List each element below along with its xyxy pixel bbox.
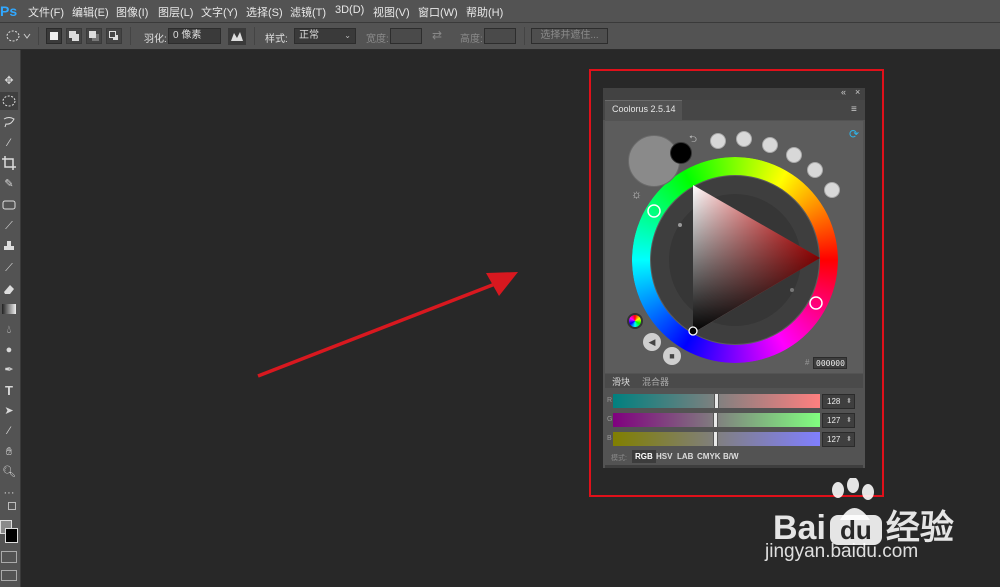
feather-input[interactable]: 0 像素 xyxy=(168,28,221,44)
intersect-selection-icon[interactable] xyxy=(106,28,122,44)
divider xyxy=(130,27,131,45)
select-and-mask-button[interactable]: 选择并遮住... xyxy=(531,28,608,44)
path-selection-tool-icon[interactable]: ➤ xyxy=(0,402,18,420)
hand-tool-icon[interactable]: ✋︎ xyxy=(0,443,18,461)
type-tool-icon[interactable]: T xyxy=(0,382,18,400)
quick-mask-icon[interactable] xyxy=(1,551,17,563)
pen-tool-icon[interactable]: ✒︎ xyxy=(0,361,18,379)
divider xyxy=(524,27,525,45)
menu-select[interactable]: 选择(S) xyxy=(246,4,283,20)
divider xyxy=(38,27,39,45)
width-input[interactable] xyxy=(390,28,422,44)
height-input[interactable] xyxy=(484,28,516,44)
style-select[interactable]: 正常 ⌄ xyxy=(294,28,356,44)
add-to-selection-icon[interactable] xyxy=(66,28,82,44)
zoom-tool-icon[interactable]: 🔍︎ xyxy=(0,463,18,481)
menu-bar: Ps 文件(F) 编辑(E) 图像(I) 图层(L) 文字(Y) 选择(S) 滤… xyxy=(0,0,1000,23)
menu-filter[interactable]: 滤镜(T) xyxy=(290,4,326,20)
new-selection-icon[interactable] xyxy=(46,28,62,44)
blur-tool-icon[interactable]: 💧︎ xyxy=(0,321,18,339)
options-bar: 羽化: 0 像素 样式: 正常 ⌄ 宽度: ⇄ 高度: 选择并遮住... xyxy=(0,23,1000,50)
line-tool-icon[interactable]: ⁄ xyxy=(0,422,18,440)
photoshop-logo: Ps xyxy=(0,3,18,19)
style-label: 样式: xyxy=(265,34,288,45)
more-tools-icon[interactable]: ··· xyxy=(0,484,18,502)
eyedropper-tool-icon[interactable]: ✎ xyxy=(0,175,18,193)
menu-view[interactable]: 视图(V) xyxy=(373,4,410,20)
screen-mode-icon[interactable] xyxy=(1,570,17,581)
history-brush-tool-icon[interactable]: ⟋ xyxy=(0,259,18,277)
feather-label: 羽化: xyxy=(144,34,167,45)
menu-layer[interactable]: 图层(L) xyxy=(158,4,193,20)
crop-tool-icon[interactable] xyxy=(0,154,18,172)
brush-tool-icon[interactable]: ⟋ xyxy=(0,217,18,235)
height-label: 高度: xyxy=(460,34,483,45)
clone-stamp-tool-icon[interactable] xyxy=(0,238,18,256)
menu-window[interactable]: 窗口(W) xyxy=(418,4,458,20)
swap-icon[interactable]: ⇄ xyxy=(432,28,442,42)
eraser-tool-icon[interactable] xyxy=(0,280,18,298)
move-tool-icon[interactable]: ✥ xyxy=(0,72,18,90)
menu-edit[interactable]: 编辑(E) xyxy=(72,4,109,20)
default-colors-icon[interactable] xyxy=(8,502,16,510)
menu-3d[interactable]: 3D(D) xyxy=(335,4,364,16)
menu-image[interactable]: 图像(I) xyxy=(116,4,148,20)
divider xyxy=(254,27,255,45)
width-label: 宽度: xyxy=(366,34,389,45)
watermark-url: jingyan.baidu.com xyxy=(765,541,919,562)
anti-alias-icon[interactable] xyxy=(228,28,246,45)
gradient-tool-icon[interactable] xyxy=(0,300,18,318)
subtract-from-selection-icon[interactable] xyxy=(86,28,102,44)
annotation-arrow xyxy=(257,272,518,378)
style-select-value: 正常 xyxy=(299,30,319,41)
chevron-down-icon: ⌄ xyxy=(344,31,351,40)
dodge-tool-icon[interactable]: ● xyxy=(0,341,18,359)
elliptical-marquee-tool-icon[interactable] xyxy=(0,92,18,110)
menu-help[interactable]: 帮助(H) xyxy=(466,4,503,20)
tool-preset-icon[interactable] xyxy=(5,29,31,43)
tools-panel: ✥ ⁄ ✎ ⟋ ⟋ 💧︎ ● ✒︎ T ➤ ⁄ ✋︎ 🔍︎ ··· xyxy=(0,50,21,587)
background-color-swatch[interactable] xyxy=(5,528,18,543)
magic-wand-tool-icon[interactable]: ⁄ xyxy=(0,134,18,152)
menu-type[interactable]: 文字(Y) xyxy=(201,4,238,20)
menu-file[interactable]: 文件(F) xyxy=(28,4,64,20)
healing-brush-tool-icon[interactable] xyxy=(0,196,18,214)
annotation-highlight-box xyxy=(589,69,884,497)
lasso-tool-icon[interactable] xyxy=(0,113,18,131)
